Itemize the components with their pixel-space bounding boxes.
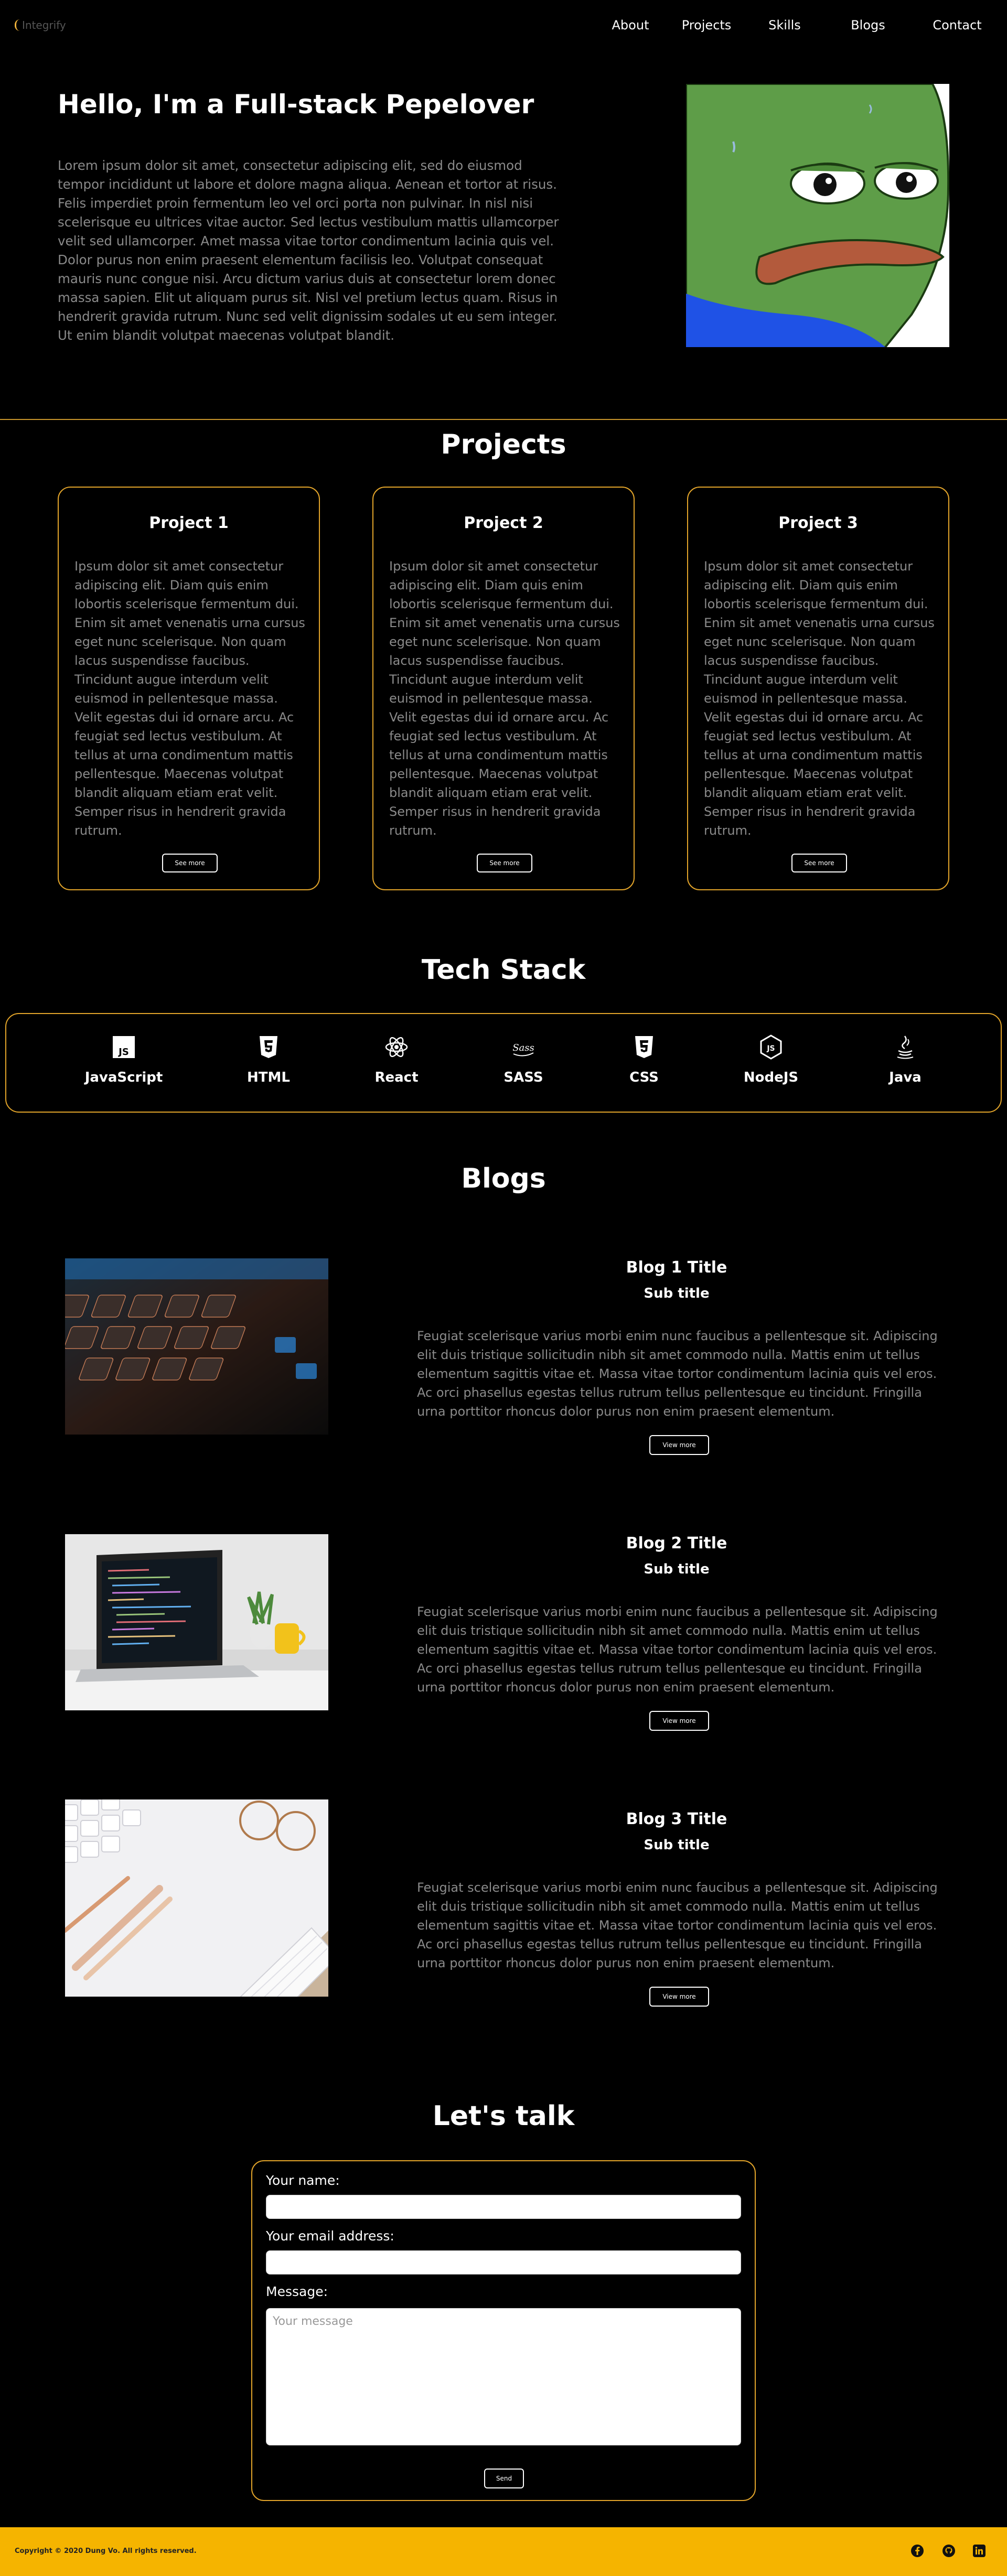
blog-title: Blog 1 Title [626,1258,727,1277]
tech-item-java: Java [853,1034,958,1085]
project-title: Project 3 [778,514,858,532]
tech-item-css: CSS [592,1034,697,1085]
html5-icon [260,1036,277,1058]
tech-label: React [374,1070,419,1085]
github-icon[interactable] [942,2544,956,2558]
blog-text: Feugiat scelerisque varius morbi enim nu… [417,1329,938,1419]
nav-links: About Projects Skills Blogs Contact [588,18,1007,33]
nav-link-projects[interactable]: Projects [672,18,741,33]
tech-item-javascript: JS JavaScript [71,1034,176,1085]
message-label: Message: [266,2284,328,2299]
top-nav: Integrify About Projects Skills Blogs Co… [0,0,1007,52]
react-icon [385,1037,408,1058]
blog-text: Feugiat scelerisque varius morbi enim nu… [417,1604,938,1695]
tech-label: JavaScript [84,1070,163,1085]
tech-item-html: HTML [216,1034,321,1085]
hero-text: Lorem ipsum dolor sit amet, consectetur … [58,158,559,343]
tech-label: Java [889,1070,922,1085]
tech-stack-heading: Tech Stack [421,954,586,986]
project-description: Ipsum dolor sit amet consectetur adipisc… [389,559,620,838]
logo-mark-icon [15,19,20,31]
see-more-button[interactable]: See more [477,854,532,872]
linkedin-icon[interactable] [972,2544,986,2558]
contact-form: Your name: Your email address: Message: … [251,2160,756,2501]
footer: Copyright © 2020 Dung Vo. All rights res… [0,2527,1007,2576]
name-input[interactable] [266,2195,741,2219]
copyright-text: Copyright © 2020 Dung Vo. All rights res… [15,2547,197,2555]
blog-subtitle: Sub title [644,1561,710,1577]
view-more-button[interactable]: View more [649,1711,709,1731]
blog-text: Feugiat scelerisque varius morbi enim nu… [417,1880,938,1970]
tech-label: HTML [247,1070,290,1085]
tech-item-react: React [344,1034,449,1085]
blogs-heading: Blogs [461,1163,546,1194]
projects-heading: Projects [441,429,566,460]
view-more-button[interactable]: View more [649,1435,709,1455]
blog-image-desk [65,1799,328,1997]
project-card: Project 1 Ipsum dolor sit amet consectet… [58,487,320,890]
send-button[interactable]: Send [484,2469,524,2488]
tech-item-nodejs: JS NodeJS [719,1034,823,1085]
blog-image-keyboard [65,1258,328,1435]
project-card: Project 2 Ipsum dolor sit amet consectet… [372,487,635,890]
hero-title: Hello, I'm a Full-stack Pepelover [58,89,534,120]
project-title: Project 2 [464,514,543,532]
logo[interactable]: Integrify [15,19,66,31]
logo-text: Integrify [22,19,66,31]
tech-label: CSS [629,1070,659,1085]
see-more-button[interactable]: See more [791,854,847,872]
java-icon [897,1036,914,1059]
css3-icon [635,1036,653,1058]
blog-title: Blog 2 Title [626,1534,727,1553]
project-description: Ipsum dolor sit amet consectetur adipisc… [704,559,935,838]
project-card: Project 3 Ipsum dolor sit amet consectet… [687,487,949,890]
nav-link-blogs[interactable]: Blogs [829,18,907,33]
message-textarea[interactable] [266,2308,741,2445]
tech-label: NodeJS [743,1070,799,1085]
view-more-button[interactable]: View more [649,1987,709,2007]
project-title: Project 1 [149,514,229,532]
facebook-icon[interactable] [910,2544,924,2558]
nav-link-about[interactable]: About [588,18,672,33]
nav-link-skills[interactable]: Skills [741,18,829,33]
name-label: Your name: [266,2173,340,2188]
blog-subtitle: Sub title [644,1837,710,1853]
svg-text:JS: JS [766,1044,775,1053]
tech-item-sass: Sass SASS [471,1034,576,1085]
blog-image-laptop [65,1534,328,1710]
javascript-icon: JS [113,1036,135,1058]
contact-heading: Let's talk [432,2100,575,2132]
sass-icon: Sass [512,1042,534,1057]
email-label: Your email address: [266,2228,394,2244]
project-description: Ipsum dolor sit amet consectetur adipisc… [74,559,305,838]
nodejs-icon: JS [760,1034,782,1060]
tech-label: SASS [504,1070,543,1085]
section-divider [0,419,1007,420]
nav-link-contact[interactable]: Contact [907,18,1007,33]
email-input[interactable] [266,2250,741,2275]
hero-image [686,84,949,347]
see-more-button[interactable]: See more [162,854,218,872]
blog-subtitle: Sub title [644,1286,710,1301]
blog-title: Blog 3 Title [626,1810,727,1828]
tech-stack-panel: JS JavaScript HTML React Sass SASS CSS J… [5,1013,1002,1113]
svg-text:Sass: Sass [512,1042,534,1053]
svg-text:JS: JS [117,1047,129,1058]
